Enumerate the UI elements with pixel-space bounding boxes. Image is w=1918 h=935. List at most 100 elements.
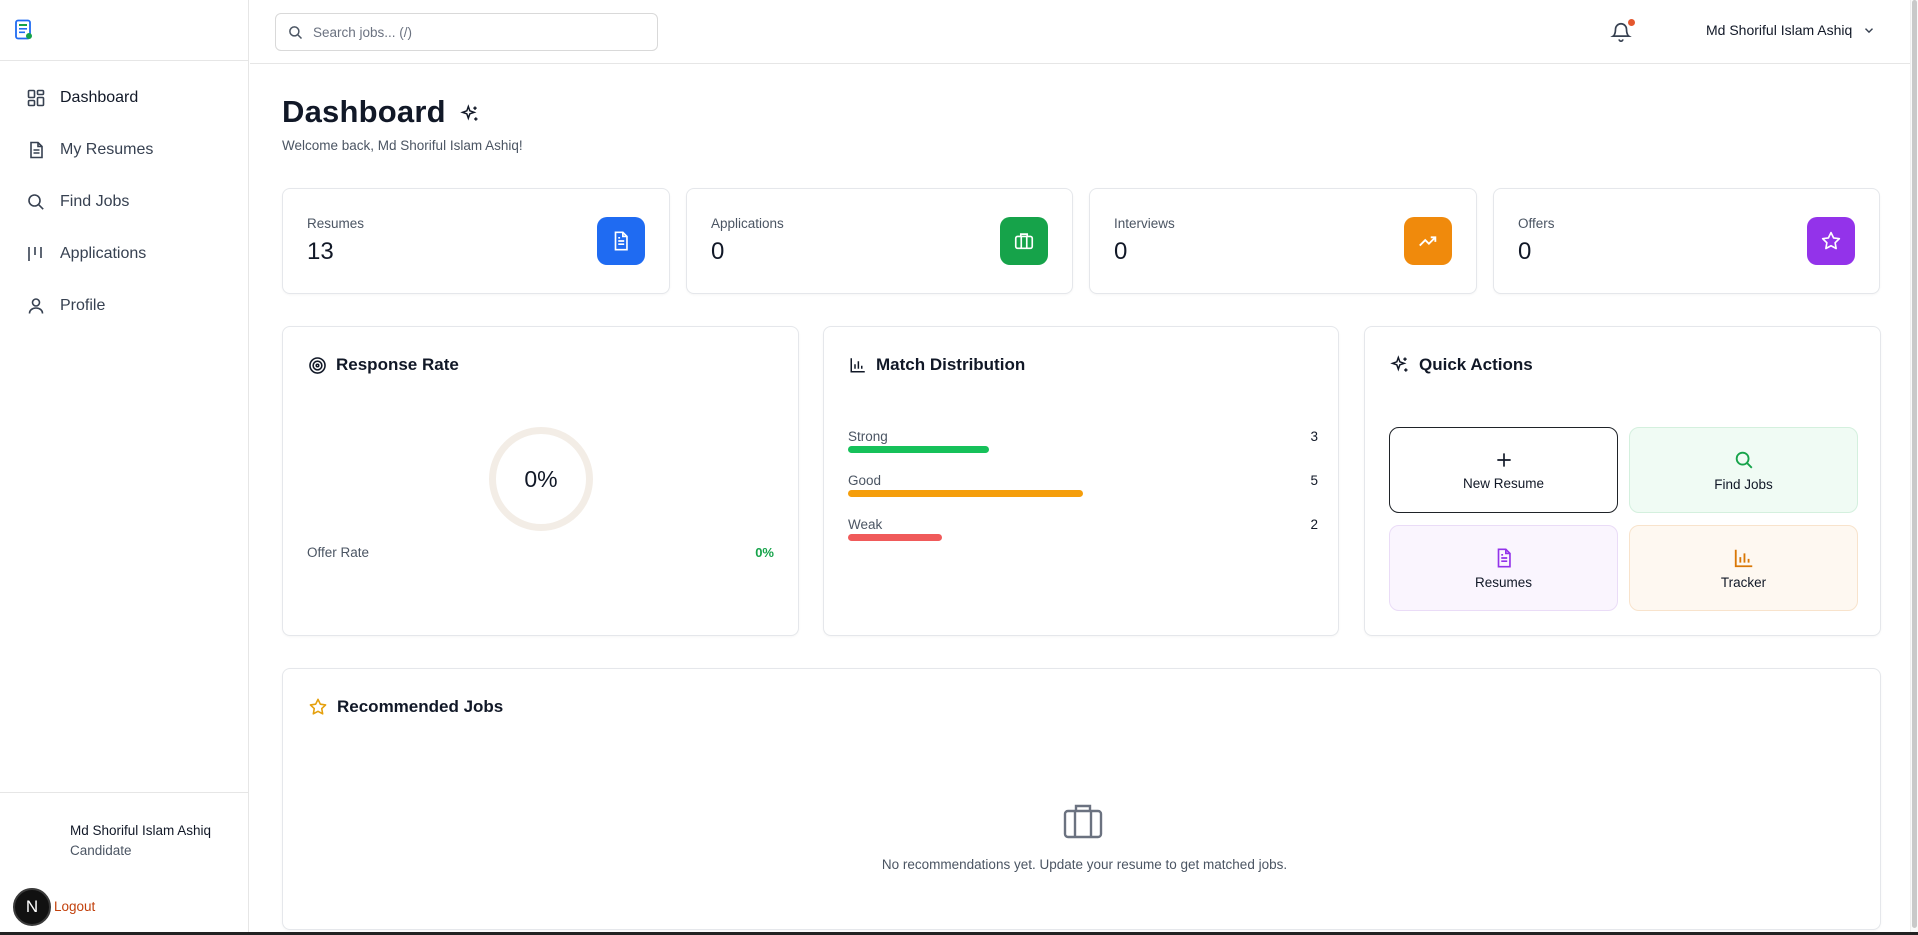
notifications-button[interactable] — [1610, 19, 1636, 45]
response-rate-value: 0% — [524, 465, 558, 492]
sidebar-item-label: Find Jobs — [60, 193, 130, 210]
search-icon — [28, 194, 44, 210]
stat-icon-box — [1000, 217, 1048, 265]
stat-value: 13 — [307, 238, 334, 265]
stat-card-interviews[interactable]: Interviews 0 — [1089, 188, 1477, 294]
scrollbar-thumb[interactable] — [1912, 0, 1917, 928]
stat-card-resumes[interactable]: Resumes 13 — [282, 188, 670, 294]
sparkles-icon — [1390, 355, 1408, 372]
logout-button[interactable]: Logout — [54, 899, 95, 914]
response-rate-panel: Response Rate 0% Offer Rate 0% — [282, 326, 799, 636]
grid-icon — [27, 89, 45, 107]
stat-icon-box — [597, 217, 645, 265]
new-resume-button[interactable]: New Resume — [1389, 427, 1618, 513]
stat-card-applications[interactable]: Applications 0 — [686, 188, 1073, 294]
sidebar-item-dashboard[interactable]: Dashboard — [0, 72, 248, 124]
quick-action-label: Resumes — [1474, 574, 1533, 590]
panel-header: Quick Actions — [1390, 355, 1533, 375]
document-icon — [30, 141, 43, 159]
panel-title: Match Distribution — [876, 355, 1026, 374]
match-label: Strong — [848, 429, 888, 444]
sidebar-item-label: Applications — [60, 245, 147, 262]
sparkles-icon — [460, 104, 478, 121]
sidebar-item-label: Dashboard — [60, 89, 139, 106]
trending-up-icon — [1419, 236, 1437, 247]
user-icon — [28, 298, 44, 314]
response-rate-gauge: 0% — [489, 427, 593, 531]
stat-icon-box — [1404, 217, 1452, 265]
stat-value: 0 — [711, 238, 725, 265]
star-icon — [309, 698, 327, 715]
welcome-text: Welcome back, Md Shoriful Islam Ashiq! — [282, 138, 523, 153]
offer-rate-value: 0% — [755, 545, 774, 560]
search-input[interactable] — [313, 24, 633, 40]
bar-chart-icon — [850, 358, 865, 373]
chevron-down-icon — [1865, 28, 1874, 34]
notification-dot — [1628, 19, 1635, 26]
document-icon — [1497, 547, 1511, 568]
match-distribution-panel: Match Distribution Strong 3 Good 5 Weak … — [823, 326, 1339, 636]
user-menu[interactable]: Md Shoriful Islam Ashiq — [1706, 22, 1876, 38]
panel-header: Response Rate — [308, 355, 459, 375]
columns-icon — [28, 247, 42, 261]
resumes-button[interactable]: Resumes — [1389, 525, 1618, 611]
document-icon — [614, 231, 628, 251]
match-count: 2 — [1310, 517, 1318, 532]
stat-label: Applications — [711, 216, 784, 231]
empty-state-text: No recommendations yet. Update your resu… — [881, 857, 1288, 872]
briefcase-icon — [1014, 233, 1034, 250]
search-box[interactable] — [275, 13, 658, 51]
sidebar-item-applications[interactable]: Applications — [0, 228, 248, 280]
stat-label: Interviews — [1114, 216, 1175, 231]
stat-value: 0 — [1114, 238, 1128, 265]
stat-label: Resumes — [307, 216, 365, 231]
panel-title: Quick Actions — [1419, 355, 1533, 374]
offer-rate-label: Offer Rate — [307, 545, 370, 560]
match-count: 3 — [1310, 429, 1318, 444]
sidebar-item-profile[interactable]: Profile — [0, 280, 248, 332]
sidebar-user-role: Candidate — [70, 843, 132, 858]
stat-icon-box — [1807, 217, 1855, 265]
panel-header: Recommended Jobs — [308, 697, 503, 717]
sidebar-footer: Md Shoriful Islam Ashiq Candidate N Logo… — [0, 792, 249, 935]
stat-card-offers[interactable]: Offers 0 — [1493, 188, 1880, 294]
match-count: 5 — [1310, 473, 1318, 488]
app-logo-icon[interactable] — [14, 19, 34, 41]
sidebar-item-label: Profile — [60, 297, 106, 314]
find-jobs-button[interactable]: Find Jobs — [1629, 427, 1858, 513]
match-bar — [848, 534, 942, 541]
top-header: Md Shoriful Islam Ashiq — [250, 0, 1914, 64]
sidebar-nav: Dashboard My Resumes Find Jobs Applicati… — [0, 61, 248, 332]
quick-actions-panel: Quick Actions New Resume Find Jobs Resum… — [1364, 326, 1881, 636]
header-user-name: Md Shoriful Islam Ashiq — [1706, 22, 1853, 38]
sidebar-user-name: Md Shoriful Islam Ashiq — [70, 823, 212, 838]
panel-title: Recommended Jobs — [337, 697, 504, 716]
recommended-jobs-panel: Recommended Jobs No recommendations yet.… — [282, 668, 1881, 930]
panel-title: Response Rate — [336, 355, 459, 374]
sidebar-item-find-jobs[interactable]: Find Jobs — [0, 176, 248, 228]
page-title: Dashboard — [282, 94, 446, 129]
quick-action-label: Tracker — [1720, 574, 1767, 590]
match-label: Weak — [848, 517, 883, 532]
search-icon — [1735, 451, 1752, 468]
match-bar — [848, 446, 989, 453]
briefcase-icon — [1063, 804, 1103, 839]
quick-action-label: Find Jobs — [1714, 476, 1773, 492]
sidebar-logo-area — [0, 0, 248, 61]
bar-chart-icon — [1734, 549, 1752, 567]
sidebar-item-my-resumes[interactable]: My Resumes — [0, 124, 248, 176]
stat-value: 0 — [1518, 238, 1532, 265]
dev-badge[interactable]: N — [13, 888, 51, 926]
sidebar: Dashboard My Resumes Find Jobs Applicati… — [0, 0, 249, 935]
plus-icon — [1496, 452, 1511, 467]
match-label: Good — [848, 473, 882, 488]
tracker-button[interactable]: Tracker — [1629, 525, 1858, 611]
page-scrollbar[interactable] — [1910, 0, 1918, 935]
match-bar — [848, 490, 1083, 497]
search-icon — [289, 25, 303, 39]
target-icon — [309, 356, 326, 374]
star-icon — [1821, 231, 1841, 250]
stat-label: Offers — [1518, 216, 1555, 231]
sidebar-item-label: My Resumes — [60, 141, 154, 158]
panel-header: Match Distribution — [849, 355, 1025, 375]
